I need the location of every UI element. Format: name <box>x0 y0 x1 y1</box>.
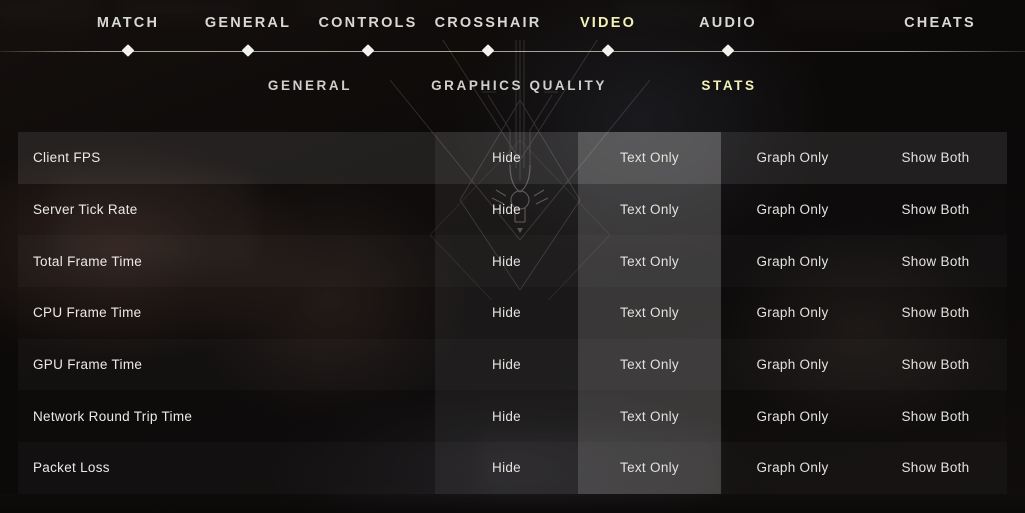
setting-label: Client FPS <box>33 150 101 166</box>
setting-label: Total Frame Time <box>33 253 143 269</box>
tab-audio[interactable]: AUDIO <box>699 15 757 31</box>
option-text-only[interactable]: Text Only <box>578 287 721 339</box>
stats-settings-table: Client FPS Hide Text Only Graph Only Show Bo… <box>18 132 1007 494</box>
table-row[interactable]: Server Tick Rate Hide Text Only Graph Only S… <box>18 183 1007 236</box>
option-hide[interactable]: Hide <box>435 183 578 236</box>
table-row[interactable]: GPU Frame Time Hide Text Only Graph Only Sho… <box>18 338 1007 391</box>
subtab-general[interactable]: GENERAL <box>268 78 352 93</box>
setting-label: Packet Loss <box>33 460 110 476</box>
option-hide[interactable]: Hide <box>435 132 578 184</box>
option-graph-only[interactable]: Graph Only <box>721 287 864 339</box>
option-graph-only[interactable]: Graph Only <box>721 442 864 494</box>
option-hide[interactable]: Hide <box>435 338 578 391</box>
tab-controls[interactable]: CONTROLS <box>319 15 418 31</box>
table-row[interactable]: Total Frame Time Hide Text Only Graph Only S… <box>18 235 1007 288</box>
option-show-both[interactable]: Show Both <box>864 287 1007 339</box>
table-row[interactable]: Network Round Trip Time Hide Text Only Grap… <box>18 390 1007 443</box>
option-show-both[interactable]: Show Both <box>864 184 1007 236</box>
option-hide[interactable]: Hide <box>435 287 578 339</box>
tab-general[interactable]: GENERAL <box>205 15 291 31</box>
option-show-both[interactable]: Show Both <box>864 390 1007 442</box>
option-text-only[interactable]: Text Only <box>578 183 721 236</box>
setting-label: Network Round Trip Time <box>33 408 193 424</box>
option-graph-only[interactable]: Graph Only <box>721 132 864 184</box>
main-tab-bar: MATCH GENERAL CONTROLS CROSSHAIR VIDEO AUDIO C… <box>0 0 1025 57</box>
bottom-fade <box>0 494 1025 513</box>
option-text-only[interactable]: Text Only <box>578 338 721 391</box>
setting-label: Server Tick Rate <box>33 202 138 218</box>
subtab-stats[interactable]: STATS <box>701 78 756 93</box>
option-graph-only[interactable]: Graph Only <box>721 184 864 236</box>
option-hide[interactable]: Hide <box>435 235 578 288</box>
tab-cheats[interactable]: CHEATS <box>904 15 976 31</box>
option-show-both[interactable]: Show Both <box>864 235 1007 287</box>
option-show-both[interactable]: Show Both <box>864 339 1007 391</box>
option-show-both[interactable]: Show Both <box>864 132 1007 184</box>
option-text-only[interactable]: Text Only <box>578 442 721 494</box>
option-hide[interactable]: Hide <box>435 390 578 443</box>
option-hide[interactable]: Hide <box>435 442 578 494</box>
table-row[interactable]: Client FPS Hide Text Only Graph Only Show Bo… <box>18 132 1007 184</box>
setting-label: GPU Frame Time <box>33 357 143 373</box>
option-graph-only[interactable]: Graph Only <box>721 390 864 442</box>
tab-video[interactable]: VIDEO <box>580 15 636 31</box>
tab-match[interactable]: MATCH <box>97 15 159 31</box>
option-text-only[interactable]: Text Only <box>578 390 721 443</box>
option-text-only[interactable]: Text Only <box>578 132 721 184</box>
option-show-both[interactable]: Show Both <box>864 442 1007 494</box>
subtab-graphics-quality[interactable]: GRAPHICS QUALITY <box>431 78 607 93</box>
sub-tab-bar: GENERAL GRAPHICS QUALITY STATS <box>0 78 1025 108</box>
option-graph-only[interactable]: Graph Only <box>721 235 864 287</box>
table-row[interactable]: Packet Loss Hide Text Only Graph Only Show B… <box>18 442 1007 494</box>
option-graph-only[interactable]: Graph Only <box>721 339 864 391</box>
setting-label: CPU Frame Time <box>33 305 142 321</box>
tab-crosshair[interactable]: CROSSHAIR <box>435 15 542 31</box>
nav-underline <box>0 51 1025 52</box>
option-text-only[interactable]: Text Only <box>578 235 721 288</box>
table-row[interactable]: CPU Frame Time Hide Text Only Graph Only Sho… <box>18 287 1007 339</box>
